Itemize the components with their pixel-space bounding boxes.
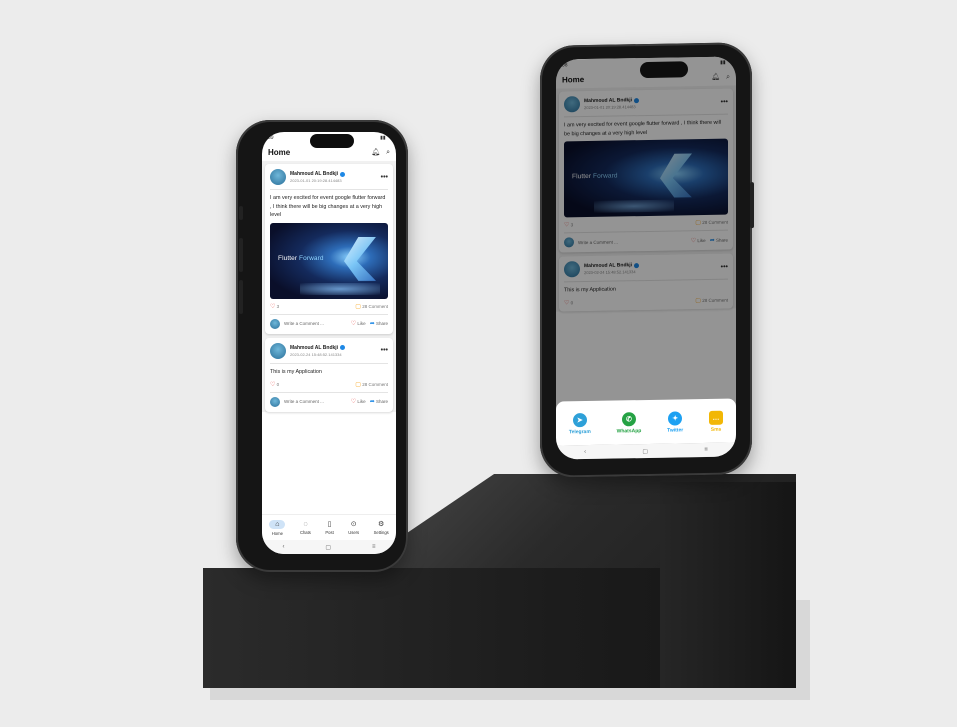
whatsapp-icon: ✆ [621, 412, 636, 427]
post-date: 2023-01-01 20:19:28.414483 [290, 178, 342, 183]
post-image[interactable]: Flutter Forward [270, 222, 388, 299]
nav-home[interactable]: ⌂ Home [269, 519, 286, 536]
flutter-forward-logo: Flutter Forward [278, 254, 324, 262]
heart-icon: ♡ [270, 303, 276, 310]
like-button[interactable]: ♡ Like [351, 398, 366, 405]
dynamic-island [640, 61, 688, 79]
flutter-logo-icon [344, 236, 376, 281]
avatar[interactable] [270, 342, 286, 359]
status-icons: ▮▮ ◔ [380, 135, 390, 141]
mute-switch [239, 206, 243, 220]
gear-icon: ⚙ [378, 521, 385, 528]
comment-icon: ▢ [355, 381, 361, 388]
back-icon[interactable]: ‹ [282, 544, 284, 550]
app-bar: Home 🔔︎ ⌕ [262, 146, 396, 161]
post-text: This is my Application [270, 368, 322, 375]
divider [270, 391, 388, 393]
post-feed: Mahmoud AL Bndkji 2023-01-01 20:19:28.41… [262, 161, 396, 412]
chat-icon: ◌ [303, 520, 308, 528]
telegram-icon: ➤ [572, 413, 587, 428]
post-stats: ♡ 3 ▢ 28 Comment [270, 303, 388, 310]
bell-icon[interactable]: 🔔︎ [371, 149, 380, 156]
phone-right-screen: 08 ▮▮ ◔ Home 🔔︎ ⌕ Mahmoud AL Bndkji 2023… [556, 56, 736, 460]
divider [270, 362, 388, 364]
dynamic-island [310, 134, 354, 148]
post-text: I am very excited for event google flutt… [270, 195, 386, 219]
system-nav-bar: ‹ ▢ ≡ [556, 442, 736, 460]
verified-icon [340, 345, 346, 351]
author-name[interactable]: Mahmoud AL Bndkji [290, 345, 338, 351]
nav-chats[interactable]: ◌ Chats [300, 521, 311, 535]
post-actions: Write a Comment ... ♡ Like ➦ Share [270, 396, 388, 407]
system-nav-bar: ‹ ▢ ≡ [262, 540, 396, 554]
like-count: 3 [276, 303, 280, 309]
volume-down-button [239, 280, 243, 314]
phone-left-screen: 89 ▮▮ ◔ Home 🔔︎ ⌕ Mahmoud AL Bndkji 2023… [262, 132, 396, 554]
post-icon: ▯ [327, 521, 332, 528]
share-sheet: ➤ Telegram ✆ WhatsApp ✦ Twitter … Sms [556, 398, 736, 446]
pedestal-step-face [660, 482, 796, 688]
post-date: 2023-02-24 15:48:52.141334 [290, 351, 342, 357]
home-square-icon[interactable]: ▢ [325, 544, 331, 551]
avatar [270, 396, 280, 407]
like-count: 0 [276, 381, 280, 387]
heart-icon: ♡ [350, 399, 357, 406]
nav-users[interactable]: ⊙ Users [348, 520, 359, 535]
post-card: Mahmoud AL Bndkji 2023-02-24 15:48:52.14… [265, 337, 393, 412]
nav-settings[interactable]: ⚙ Settings [374, 520, 389, 535]
bottom-nav: ⌂ Home ◌ Chats ▯ Post ⊙ Users ⚙ Settings [262, 514, 396, 540]
more-dots-icon[interactable]: ••• [381, 347, 388, 354]
twitter-icon: ✦ [668, 411, 683, 426]
volume-up-button [239, 238, 243, 272]
share-button[interactable]: ➦ Share [370, 398, 388, 405]
share-twitter[interactable]: ✦ Twitter [667, 411, 683, 434]
divider [270, 189, 388, 190]
like-button[interactable]: ♡ Like [351, 320, 366, 327]
home-square-icon[interactable]: ▢ [642, 447, 648, 454]
comment-count[interactable]: 28 Comment [362, 382, 388, 387]
comment-icon: ▢ [355, 303, 361, 310]
post-card: Mahmoud AL Bndkji 2023-01-01 20:19:28.41… [265, 164, 393, 334]
search-icon[interactable]: ⌕ [386, 149, 390, 156]
nav-post[interactable]: ▯ Post [325, 520, 333, 535]
page-title: Home [268, 148, 291, 157]
home-icon: ⌂ [269, 519, 286, 529]
more-dots-icon[interactable]: ••• [381, 174, 388, 181]
divider [270, 313, 388, 315]
power-button [750, 182, 754, 229]
write-comment-input[interactable]: Write a Comment ... [284, 399, 347, 404]
heart-icon: ♡ [270, 381, 276, 388]
share-telegram[interactable]: ➤ Telegram [569, 413, 591, 435]
status-time: 89 [268, 135, 274, 141]
recents-icon[interactable]: ≡ [372, 544, 376, 550]
phone-right: 08 ▮▮ ◔ Home 🔔︎ ⌕ Mahmoud AL Bndkji 2023… [540, 42, 754, 478]
share-sms[interactable]: … Sms [709, 410, 724, 433]
post-stats: ♡ 0 ▢ 28 Comment [270, 381, 388, 388]
heart-icon: ♡ [350, 321, 357, 328]
location-icon: ⊙ [350, 521, 357, 528]
verified-icon [340, 171, 346, 177]
share-icon: ➦ [369, 321, 375, 328]
share-whatsapp[interactable]: ✆ WhatsApp [617, 412, 641, 435]
recents-icon[interactable]: ≡ [704, 447, 708, 453]
post-actions: Write a Comment ... ♡ Like ➦ Share [270, 318, 388, 329]
share-button[interactable]: ➦ Share [370, 320, 388, 327]
back-icon[interactable]: ‹ [584, 449, 586, 455]
share-icon: ➦ [369, 399, 375, 406]
phone-left: 89 ▮▮ ◔ Home 🔔︎ ⌕ Mahmoud AL Bndkji 2023… [236, 120, 408, 572]
stage-light [300, 282, 380, 295]
author-name[interactable]: Mahmoud AL Bndkji [290, 171, 338, 177]
sms-icon: … [709, 410, 724, 425]
avatar[interactable] [270, 169, 286, 185]
avatar [270, 318, 280, 329]
comment-count[interactable]: 28 Comment [362, 304, 388, 309]
write-comment-input[interactable]: Write a Comment ... [284, 321, 347, 326]
